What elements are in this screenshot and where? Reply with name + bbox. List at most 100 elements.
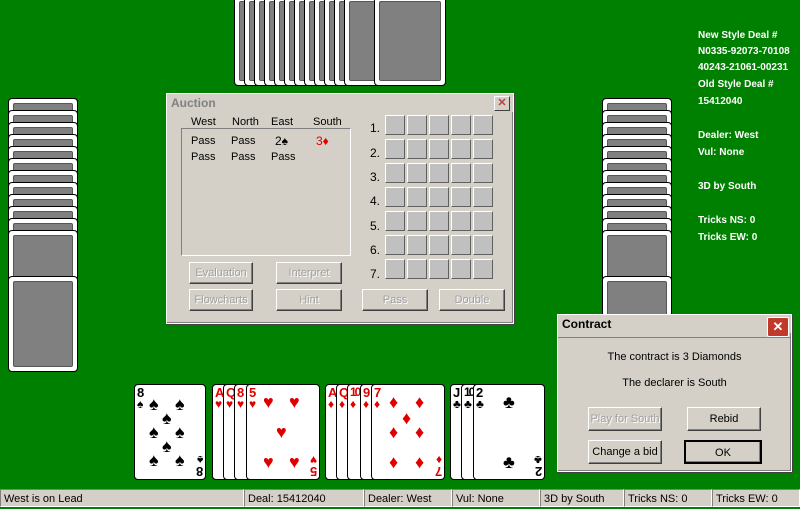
contract-info: 3D by South <box>698 181 757 192</box>
evaluation-button[interactable]: Evaluation <box>189 262 253 284</box>
bid-grid-cell[interactable] <box>429 235 449 255</box>
bid-grid-cell[interactable] <box>407 139 427 159</box>
spade-icon: ♠ <box>162 408 172 428</box>
diamond-icon: ♦ <box>415 392 425 412</box>
spade-icon: ♠ <box>149 422 159 442</box>
diamond-icon: ♦ <box>339 397 346 411</box>
club-icon: ♣ <box>453 397 461 411</box>
bid-grid-cell[interactable] <box>429 211 449 231</box>
play-for-south-button[interactable]: Play for South <box>588 407 662 431</box>
spade-icon: ♠ <box>175 450 185 470</box>
heart-icon: ♥ <box>263 452 274 472</box>
level-label: 3. <box>370 170 381 184</box>
diamond-icon: ♦ <box>415 452 425 472</box>
bid-grid-cell[interactable] <box>429 163 449 183</box>
bid-grid-cell[interactable] <box>473 259 493 279</box>
club-icon: ♣ <box>503 452 515 472</box>
bid-grid-cell[interactable] <box>429 259 449 279</box>
bid-grid-cell[interactable] <box>451 163 471 183</box>
level-label: 6. <box>370 243 381 257</box>
ok-button[interactable]: OK <box>684 440 762 464</box>
bid-grid-cell[interactable] <box>407 115 427 135</box>
pass-button[interactable]: Pass <box>362 289 428 311</box>
bid-grid-cell[interactable] <box>473 211 493 231</box>
bid-grid-cell[interactable] <box>473 187 493 207</box>
status-tricks-ew: Tricks EW: 0 <box>712 489 800 507</box>
card-hearts-5[interactable]: 5 ♥ ♥ ♥ ♥ ♥ ♥ ♥ 5 <box>246 384 320 480</box>
level-label: 5. <box>370 219 381 233</box>
bid-grid-cell[interactable] <box>473 163 493 183</box>
bid-grid-cell[interactable] <box>407 235 427 255</box>
bid-grid-cell[interactable] <box>407 187 427 207</box>
bid-grid-cell[interactable] <box>407 259 427 279</box>
old-style-value: 15412040 <box>698 96 743 107</box>
bid-grid-cell[interactable] <box>407 163 427 183</box>
bid-grid-cell[interactable] <box>473 139 493 159</box>
flowcharts-button[interactable]: Flowcharts <box>189 289 253 311</box>
bid-grid-cell[interactable] <box>407 211 427 231</box>
diamond-icon: ♦ <box>389 422 399 442</box>
bid-grid-cell[interactable] <box>473 115 493 135</box>
level-label: 4. <box>370 194 381 208</box>
close-icon[interactable]: ✕ <box>767 317 789 337</box>
diamond-icon: ♦ <box>350 397 357 411</box>
bid-grid-cell[interactable] <box>451 187 471 207</box>
club-icon: ♣ <box>464 397 472 411</box>
bid-grid-cell[interactable] <box>429 187 449 207</box>
spade-icon: ♠ <box>175 422 185 442</box>
change-bid-button[interactable]: Change a bid <box>588 440 662 464</box>
bid-grid-cell[interactable] <box>429 115 449 135</box>
auction-title: Auction <box>167 94 513 112</box>
tricks-ns-info: Tricks NS: 0 <box>698 215 756 226</box>
declarer-line: The declarer is South <box>622 377 727 389</box>
bid-grid-cell[interactable] <box>451 259 471 279</box>
status-tricks-ns: Tricks NS: 0 <box>624 489 712 507</box>
heart-icon: ♥ <box>249 397 257 411</box>
bid-grid <box>385 115 497 287</box>
interpret-button[interactable]: Interpret <box>276 262 342 284</box>
bid-grid-cell[interactable] <box>451 235 471 255</box>
close-icon[interactable]: ✕ <box>494 96 510 111</box>
spade-icon: ♠ <box>149 450 159 470</box>
bid-grid-cell[interactable] <box>385 211 405 231</box>
auction-dialog: Auction ✕ West North East South Pass Pas… <box>166 93 514 324</box>
bid-grid-cell[interactable] <box>451 139 471 159</box>
contract-dialog: Contract ✕ The contract is 3 Diamonds Th… <box>557 314 792 472</box>
status-vul: Vul: None <box>452 489 540 507</box>
bid-grid-cell[interactable] <box>385 235 405 255</box>
card-clubs-2[interactable]: 2 ♣ ♣ ♣ ♣ 2 <box>473 384 545 480</box>
dealer-info: Dealer: West <box>698 130 759 141</box>
card-spades-8[interactable]: 8 ♠ ♠ ♠ ♠ ♠ ♠ ♠ ♠ ♠ ♠ 8 <box>134 384 206 480</box>
contract-line: The contract is 3 Diamonds <box>607 351 742 363</box>
diamond-icon: ♦ <box>402 408 412 428</box>
bid-cell: Pass <box>231 151 256 163</box>
diamond-icon: ♦ <box>389 392 399 412</box>
bid-grid-cell[interactable] <box>385 115 405 135</box>
club-icon: ♣ <box>503 392 515 412</box>
new-style-line2: 40243-21061-00231 <box>698 62 789 73</box>
bid-grid-cell[interactable] <box>385 163 405 183</box>
heart-icon: ♥ <box>263 392 274 412</box>
bid-grid-cell[interactable] <box>451 211 471 231</box>
rebid-button[interactable]: Rebid <box>687 407 761 431</box>
bid-grid-cell[interactable] <box>451 115 471 135</box>
bid-cell: 2♠ <box>275 134 289 148</box>
card-diamonds-7[interactable]: 7 ♦ ♦ ♦ ♦ ♦ ♦ ♦ ♦ ♦ 7 <box>371 384 445 480</box>
contract-title: Contract <box>558 315 791 333</box>
card-rank: 8 <box>195 464 203 479</box>
bid-header-east: East <box>271 116 294 128</box>
diamond-icon: ♦ <box>363 397 370 411</box>
bid-cell: Pass <box>191 135 216 147</box>
diamond-icon: ♦ <box>389 452 399 472</box>
bid-grid-cell[interactable] <box>385 139 405 159</box>
bid-grid-cell[interactable] <box>385 187 405 207</box>
bid-grid-cell[interactable] <box>429 139 449 159</box>
double-button[interactable]: Double <box>439 289 505 311</box>
level-label: 2. <box>370 146 381 160</box>
bid-grid-cell[interactable] <box>385 259 405 279</box>
heart-icon: ♥ <box>289 452 300 472</box>
new-style-line1: N0335-92073-70108 <box>698 46 790 57</box>
hint-button[interactable]: Hint <box>276 289 342 311</box>
bid-header-west: West <box>191 116 216 128</box>
bid-grid-cell[interactable] <box>473 235 493 255</box>
